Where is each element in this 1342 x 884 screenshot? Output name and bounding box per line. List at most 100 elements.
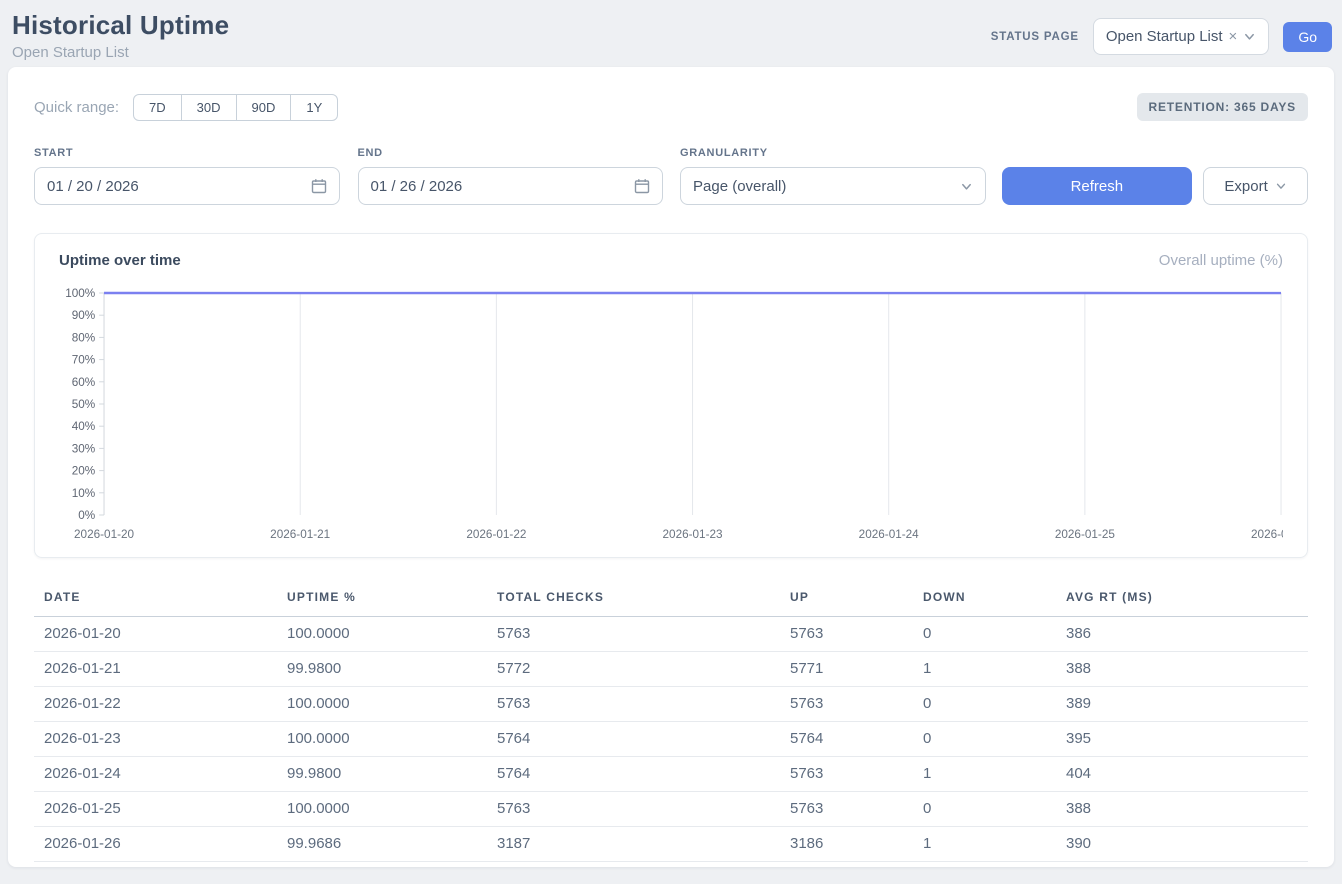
table-cell: 1: [913, 757, 1056, 792]
chart-header: Uptime over time Overall uptime (%): [59, 252, 1283, 269]
chevron-down-icon: [1243, 30, 1256, 43]
table-cell: 388: [1056, 792, 1308, 827]
quick-range-button-90d[interactable]: 90D: [236, 94, 292, 121]
quick-range-button-1y[interactable]: 1Y: [290, 94, 338, 121]
table-row: 2026-01-2499.9800576457631404: [34, 757, 1308, 792]
table-row: 2026-01-25100.0000576357630388: [34, 792, 1308, 827]
svg-text:0%: 0%: [78, 508, 95, 522]
refresh-button[interactable]: Refresh: [1002, 167, 1193, 205]
table-cell: 0: [913, 617, 1056, 652]
quick-range-left: Quick range: 7D30D90D1Y: [34, 94, 338, 121]
uptime-table: DATEUPTIME %TOTAL CHECKSUPDOWNAVG RT (MS…: [34, 584, 1308, 862]
go-button[interactable]: Go: [1283, 22, 1332, 52]
table-cell: 388: [1056, 652, 1308, 687]
table-cell: 5763: [780, 757, 913, 792]
table-cell: 5764: [487, 722, 780, 757]
column-header-0: DATE: [34, 584, 277, 617]
svg-text:60%: 60%: [72, 375, 96, 389]
end-date-input[interactable]: 01 / 26 / 2026: [358, 167, 664, 205]
table-cell: 1: [913, 652, 1056, 687]
calendar-icon[interactable]: [311, 178, 327, 194]
end-date-field: END 01 / 26 / 2026: [358, 147, 664, 205]
table-cell: 5763: [487, 617, 780, 652]
table-cell: 99.9800: [277, 652, 487, 687]
table-cell: 5763: [780, 792, 913, 827]
export-button[interactable]: Export: [1203, 167, 1308, 205]
table-cell: 5763: [780, 617, 913, 652]
column-header-2: TOTAL CHECKS: [487, 584, 780, 617]
header-right: STATUS PAGE Open Startup List × Go: [991, 18, 1332, 55]
start-date-input[interactable]: 01 / 20 / 2026: [34, 167, 340, 205]
chart-title: Uptime over time: [59, 252, 181, 269]
export-button-label: Export: [1224, 178, 1267, 195]
status-page-select[interactable]: Open Startup List ×: [1093, 18, 1270, 55]
svg-text:100%: 100%: [65, 286, 95, 300]
table-cell: 5763: [487, 792, 780, 827]
table-row: 2026-01-20100.0000576357630386: [34, 617, 1308, 652]
table-cell: 5771: [780, 652, 913, 687]
table-cell: 100.0000: [277, 687, 487, 722]
quick-range-button-7d[interactable]: 7D: [133, 94, 182, 121]
page-subtitle: Open Startup List: [12, 44, 229, 61]
svg-text:2026-01-23: 2026-01-23: [663, 527, 723, 541]
quick-range-row: Quick range: 7D30D90D1Y RETENTION: 365 D…: [34, 93, 1308, 121]
table-row: 2026-01-22100.0000576357630389: [34, 687, 1308, 722]
svg-text:40%: 40%: [72, 419, 96, 433]
svg-text:50%: 50%: [72, 397, 96, 411]
svg-text:10%: 10%: [72, 486, 96, 500]
table-cell: 5763: [487, 687, 780, 722]
table-cell: 2026-01-26: [34, 827, 277, 862]
table-cell: 99.9800: [277, 757, 487, 792]
table-cell: 5764: [487, 757, 780, 792]
svg-text:2026-01-26: 2026-01-26: [1251, 527, 1283, 541]
column-header-3: UP: [780, 584, 913, 617]
svg-text:70%: 70%: [72, 352, 96, 366]
svg-text:90%: 90%: [72, 308, 96, 322]
svg-text:2026-01-20: 2026-01-20: [74, 527, 134, 541]
end-label: END: [358, 147, 664, 159]
fields-row: START 01 / 20 / 2026 END 01 / 26 / 2026: [34, 147, 1308, 205]
title-block: Historical Uptime Open Startup List: [12, 10, 229, 61]
table-cell: 2026-01-24: [34, 757, 277, 792]
quick-range-button-30d[interactable]: 30D: [181, 94, 237, 121]
table-cell: 386: [1056, 617, 1308, 652]
table-cell: 404: [1056, 757, 1308, 792]
retention-badge: RETENTION: 365 DAYS: [1137, 93, 1308, 121]
table-cell: 2026-01-25: [34, 792, 277, 827]
end-date-value: 01 / 26 / 2026: [371, 178, 463, 195]
status-page-label: STATUS PAGE: [991, 31, 1079, 43]
table-cell: 100.0000: [277, 617, 487, 652]
svg-text:30%: 30%: [72, 441, 96, 455]
table-cell: 2026-01-22: [34, 687, 277, 722]
column-header-5: AVG RT (MS): [1056, 584, 1308, 617]
page-header: Historical Uptime Open Startup List STAT…: [0, 0, 1342, 67]
start-date-value: 01 / 20 / 2026: [47, 178, 139, 195]
table-cell: 0: [913, 722, 1056, 757]
table-cell: 1: [913, 827, 1056, 862]
start-date-field: START 01 / 20 / 2026: [34, 147, 340, 205]
table-cell: 5763: [780, 687, 913, 722]
chevron-down-icon: [1275, 180, 1287, 192]
granularity-select[interactable]: Page (overall): [680, 167, 986, 205]
svg-text:2026-01-22: 2026-01-22: [466, 527, 526, 541]
chevron-down-icon: [960, 180, 973, 193]
quick-range-group: 7D30D90D1Y: [133, 94, 338, 121]
granularity-label: GRANULARITY: [680, 147, 986, 159]
column-header-1: UPTIME %: [277, 584, 487, 617]
table-cell: 99.9686: [277, 827, 487, 862]
granularity-value: Page (overall): [693, 178, 786, 195]
table-cell: 389: [1056, 687, 1308, 722]
uptime-chart: 0%10%20%30%40%50%60%70%80%90%100%2026-01…: [59, 285, 1283, 547]
table-cell: 3186: [780, 827, 913, 862]
table-cell: 0: [913, 687, 1056, 722]
table-row: 2026-01-23100.0000576457640395: [34, 722, 1308, 757]
column-header-4: DOWN: [913, 584, 1056, 617]
table-cell: 100.0000: [277, 792, 487, 827]
start-label: START: [34, 147, 340, 159]
table-cell: 2026-01-23: [34, 722, 277, 757]
clear-selection-icon[interactable]: ×: [1229, 28, 1238, 45]
granularity-field: GRANULARITY Page (overall): [680, 147, 986, 205]
calendar-icon[interactable]: [634, 178, 650, 194]
main-panel: Quick range: 7D30D90D1Y RETENTION: 365 D…: [8, 67, 1334, 867]
table-cell: 2026-01-21: [34, 652, 277, 687]
